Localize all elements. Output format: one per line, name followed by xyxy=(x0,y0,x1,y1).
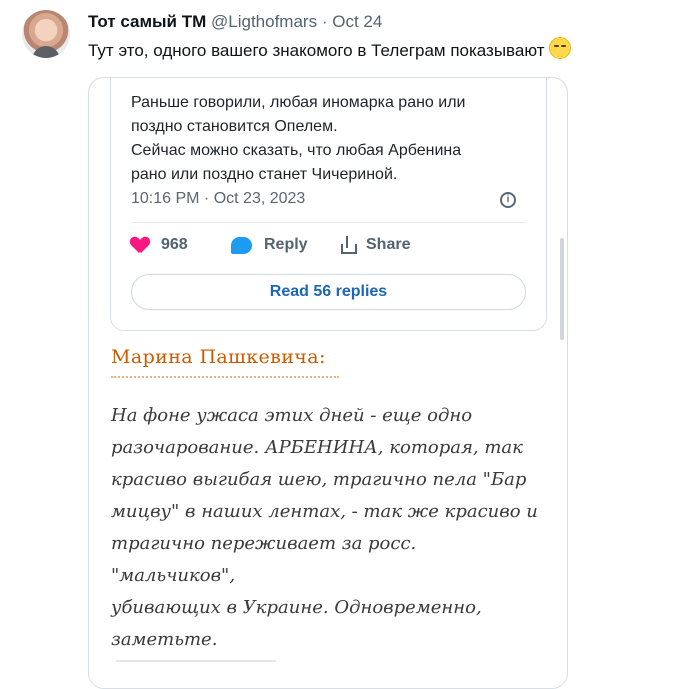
handle[interactable]: @Ligthofmars xyxy=(211,12,317,31)
author-underline xyxy=(111,376,339,378)
embedded-tweet-card[interactable]: Раньше говорили, любая иномарка рано или… xyxy=(110,78,547,331)
scrollbar[interactable] xyxy=(560,238,564,340)
embedded-tweet-text: Раньше говорили, любая иномарка рано или… xyxy=(131,94,466,183)
separator: · xyxy=(321,12,328,31)
share-button[interactable]: Share xyxy=(338,236,410,254)
laughing-with-tears-icon xyxy=(548,37,571,59)
post-header: Тот самый TM @Ligthofmars · Oct 24 xyxy=(88,11,382,33)
embedded-media-card[interactable]: Раньше говорили, любая иномарка рано или… xyxy=(88,77,568,689)
share-icon xyxy=(338,236,357,254)
reply-bubble-icon xyxy=(231,236,252,254)
share-label: Share xyxy=(366,236,411,253)
cropped-line xyxy=(116,660,276,662)
read-replies-button[interactable]: Read 56 replies xyxy=(131,274,526,310)
avatar[interactable] xyxy=(22,10,70,58)
info-icon[interactable]: i xyxy=(500,192,516,208)
display-name[interactable]: Тот самый xyxy=(88,12,177,31)
tweet-text: Тут это, одного вашего знакомого в Телег… xyxy=(88,37,571,63)
heart-icon xyxy=(131,237,149,253)
quote-author: Марина Пашкевича: xyxy=(111,346,326,368)
reply-label: Reply xyxy=(264,236,308,253)
embedded-tweet-timestamp[interactable]: 10:16 PM · Oct 23, 2023 xyxy=(131,190,305,208)
avatar-shirt xyxy=(32,46,60,58)
quote-body: На фоне ужаса этих дней - еще одно разоч… xyxy=(111,405,538,650)
tweet-text-content: Тут это, одного вашего знакомого в Телег… xyxy=(88,41,545,60)
reply-button[interactable]: Reply xyxy=(231,236,308,254)
badge: TM xyxy=(181,12,207,31)
post-date[interactable]: Oct 24 xyxy=(332,12,382,31)
like-count: 968 xyxy=(161,236,188,253)
like-action[interactable]: 968 xyxy=(131,236,188,254)
divider xyxy=(131,222,526,223)
